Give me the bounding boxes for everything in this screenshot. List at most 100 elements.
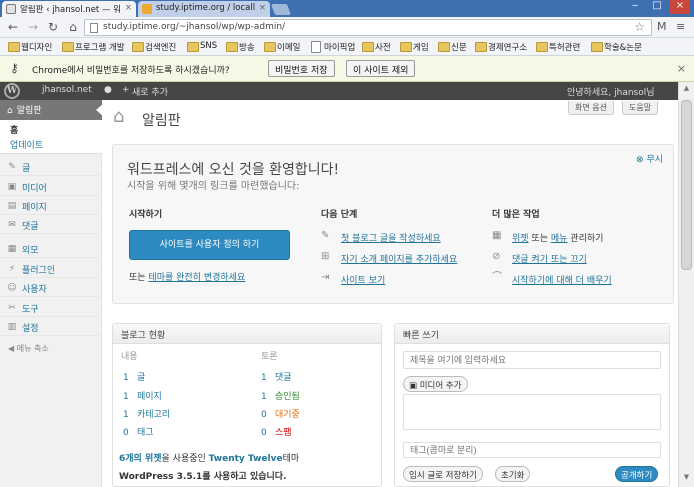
bookmark-folder[interactable]: 신문 xyxy=(438,41,467,53)
stat-label: 댓글 xyxy=(275,373,292,383)
tab-phpmyadmin[interactable]: study.iptime.org / locall × xyxy=(138,1,270,17)
change-theme-link[interactable]: 테마를 완전히 변경하세요 xyxy=(148,273,245,283)
bookmark-page[interactable]: 마이픽업 xyxy=(311,41,355,53)
toggle-comments-link[interactable]: 댓글 켜기 또는 끄기 xyxy=(512,255,587,265)
sidebar-item-posts[interactable]: ✎ 글 xyxy=(0,158,102,176)
howdy-user-link[interactable]: 안녕하세요, jhansol님 xyxy=(567,85,655,98)
back-arrow-icon[interactable]: ← xyxy=(6,20,20,34)
screen-options-button[interactable]: 화면 옵션 xyxy=(568,101,614,115)
sidebar-item-appearance[interactable]: ▦ 외모 xyxy=(0,240,102,258)
sidebar-item-dashboard[interactable]: ⌂ 알림판 xyxy=(0,100,103,120)
theme-name-link[interactable]: Twenty Twelve xyxy=(209,454,283,464)
sidebar-item-comments[interactable]: ✉ 댓글 xyxy=(0,216,102,234)
bookmark-star-icon[interactable]: ☆ xyxy=(634,20,645,34)
reset-button[interactable]: 초기화 xyxy=(495,466,531,482)
stat-categories[interactable]: 1 카테고리 xyxy=(123,407,170,420)
submenu-home[interactable]: 홈 xyxy=(10,123,18,136)
scrollbar-thumb[interactable] xyxy=(681,100,692,270)
help-button[interactable]: 도움말 xyxy=(622,101,659,115)
bookmark-folder[interactable]: 경제연구소 xyxy=(475,41,527,53)
bookmark-folder[interactable]: 특허관련 xyxy=(536,41,580,53)
add-media-button[interactable]: ▣ 미디어 추가 xyxy=(403,376,468,392)
widgets-count-link[interactable]: 6개의 위젯 xyxy=(119,454,162,464)
minimize-icon[interactable]: ‒ xyxy=(625,0,645,14)
maximize-icon[interactable]: □ xyxy=(647,0,667,14)
save-draft-button[interactable]: 임시 글로 저장하기 xyxy=(403,466,483,482)
collapse-menu-button[interactable]: ◀ 메뉴 축소 xyxy=(8,343,49,354)
bookmark-folder[interactable]: 프로그램 개발 xyxy=(62,41,125,53)
customize-site-button[interactable]: 사이트를 사용자 정의 하기 xyxy=(129,230,290,260)
learn-more-link[interactable]: 시작하기에 대해 더 배우기 xyxy=(512,276,612,286)
stat-approved[interactable]: 1 승인됨 xyxy=(261,389,300,402)
sidebar-item-plugins[interactable]: ⚡ 플러그인 xyxy=(0,260,102,278)
sidebar-item-label: 도구 xyxy=(22,305,39,315)
quick-draft-title: 빠른 쓰기 xyxy=(395,324,669,344)
draft-title-input[interactable] xyxy=(403,351,661,369)
menus-link[interactable]: 메뉴 xyxy=(551,234,568,244)
step-label: 자기 소개 페이지를 추가하세요 xyxy=(341,255,458,265)
reload-icon[interactable]: ↻ xyxy=(46,20,60,34)
stat-spam[interactable]: 0 스팸 xyxy=(261,425,292,438)
bookmark-folder[interactable]: 학술&논문 xyxy=(591,41,642,53)
bookmark-folder[interactable]: 방송 xyxy=(226,41,255,53)
widgets-link[interactable]: 위젯 xyxy=(512,234,529,244)
draft-tags-input[interactable] xyxy=(403,442,661,458)
comments-toggle-icon: ⊘ xyxy=(492,251,501,262)
sidebar-item-pages[interactable]: ▤ 페이지 xyxy=(0,197,102,215)
close-infobar-icon[interactable]: × xyxy=(677,62,686,75)
sidebar-item-users[interactable]: ☺ 사용자 xyxy=(0,279,102,297)
stat-pending[interactable]: 0 대기중 xyxy=(261,407,300,420)
phpmyadmin-favicon-icon xyxy=(142,4,152,14)
add-about-page-link[interactable]: ⊞ 자기 소개 페이지를 추가하세요 xyxy=(321,251,458,265)
bookmark-folder[interactable]: 검색엔진 xyxy=(132,41,176,53)
page-scrollbar[interactable]: ▲ ▼ xyxy=(678,82,694,487)
stat-comments[interactable]: 1 댓글 xyxy=(261,370,292,383)
sidebar-item-tools[interactable]: ✂ 도구 xyxy=(0,299,102,317)
bookmark-folder[interactable]: 게임 xyxy=(400,41,429,53)
forward-arrow-icon[interactable]: → xyxy=(26,20,40,34)
submenu-updates[interactable]: 업데이트 xyxy=(10,138,43,151)
bookmark-folder[interactable]: 이메일 xyxy=(264,41,300,53)
comments-bubble-icon[interactable]: ● xyxy=(104,85,112,95)
scroll-up-icon[interactable]: ▲ xyxy=(679,84,694,96)
gmail-extension-icon[interactable]: M xyxy=(657,20,667,33)
bookmark-folder[interactable]: SNS xyxy=(187,41,217,52)
draft-content-textarea[interactable] xyxy=(403,394,661,430)
wrench-menu-icon[interactable]: ≡ xyxy=(676,20,685,33)
view-site-link[interactable]: ⇥ 사이트 보기 xyxy=(321,272,385,286)
password-infobar: ⚷ Chrome에서 비밀번호를 저장하도록 하시겠습니까? 비밀번호 저장 이… xyxy=(0,56,694,82)
sidebar-item-media[interactable]: ▣ 미디어 xyxy=(0,178,102,196)
new-tab-button[interactable] xyxy=(270,4,292,15)
bookmark-folder[interactable]: 웹디자인 xyxy=(8,41,52,53)
tab-dashboard[interactable]: 알림판 ‹ jhansol.net — 워 × xyxy=(2,1,136,17)
sidebar-item-settings[interactable]: ▥ 설정 xyxy=(0,318,102,336)
theme-suffix: 테마 xyxy=(282,454,300,464)
publish-button[interactable]: 공개하기 xyxy=(615,466,659,482)
settings-icon: ▥ xyxy=(7,322,17,332)
site-name-link[interactable]: jhansol.net xyxy=(42,85,92,95)
tools-icon: ✂ xyxy=(8,303,16,313)
dismiss-welcome-link[interactable]: ⊗ 무시 xyxy=(636,152,663,165)
address-bar[interactable]: study.iptime.org/~jhansol/wp/wp-admin/ ☆ xyxy=(84,19,652,36)
welcome-panel: ⊗ 무시 워드프레스에 오신 것을 환영합니다! 시작을 위해 몇개의 링크를 … xyxy=(112,144,674,304)
new-content-link[interactable]: 새로 추가 xyxy=(132,85,168,98)
stat-pages[interactable]: 1 페이지 xyxy=(123,389,162,402)
admin-sidebar: ⌂ 알림판 홈 업데이트 ✎ 글 ▣ 미디어 ▤ 페이지 ✉ 댓글 ▦ 외모 ⚡ 플러그인 ☺… xyxy=(0,100,103,487)
wordpress-logo-icon[interactable]: W xyxy=(4,83,20,99)
stat-posts[interactable]: 1글 xyxy=(123,370,145,383)
home-icon[interactable]: ⌂ xyxy=(66,20,80,34)
theme-info: 6개의 위젯을 사용중인 Twenty Twelve테마 xyxy=(119,451,299,464)
stat-tags[interactable]: 0 태그 xyxy=(123,425,154,438)
close-tab-icon[interactable]: × xyxy=(259,3,266,13)
collapse-label: 메뉴 축소 xyxy=(16,344,49,353)
right-now-title: 블로그 현황 xyxy=(113,324,381,344)
never-for-site-button[interactable]: 이 사이트 제외 xyxy=(346,60,416,77)
close-tab-icon[interactable]: × xyxy=(125,3,132,13)
save-password-button[interactable]: 비밀번호 저장 xyxy=(268,60,335,77)
stat-count: 1 xyxy=(123,410,129,420)
sidebar-item-label: 플러그인 xyxy=(22,266,56,276)
write-first-post-link[interactable]: ✎ 첫 블로그 글을 작성하세요 xyxy=(321,230,441,244)
bookmark-folder[interactable]: 사전 xyxy=(362,41,391,53)
close-window-icon[interactable]: × xyxy=(670,0,690,14)
scroll-down-icon[interactable]: ▼ xyxy=(679,473,694,485)
